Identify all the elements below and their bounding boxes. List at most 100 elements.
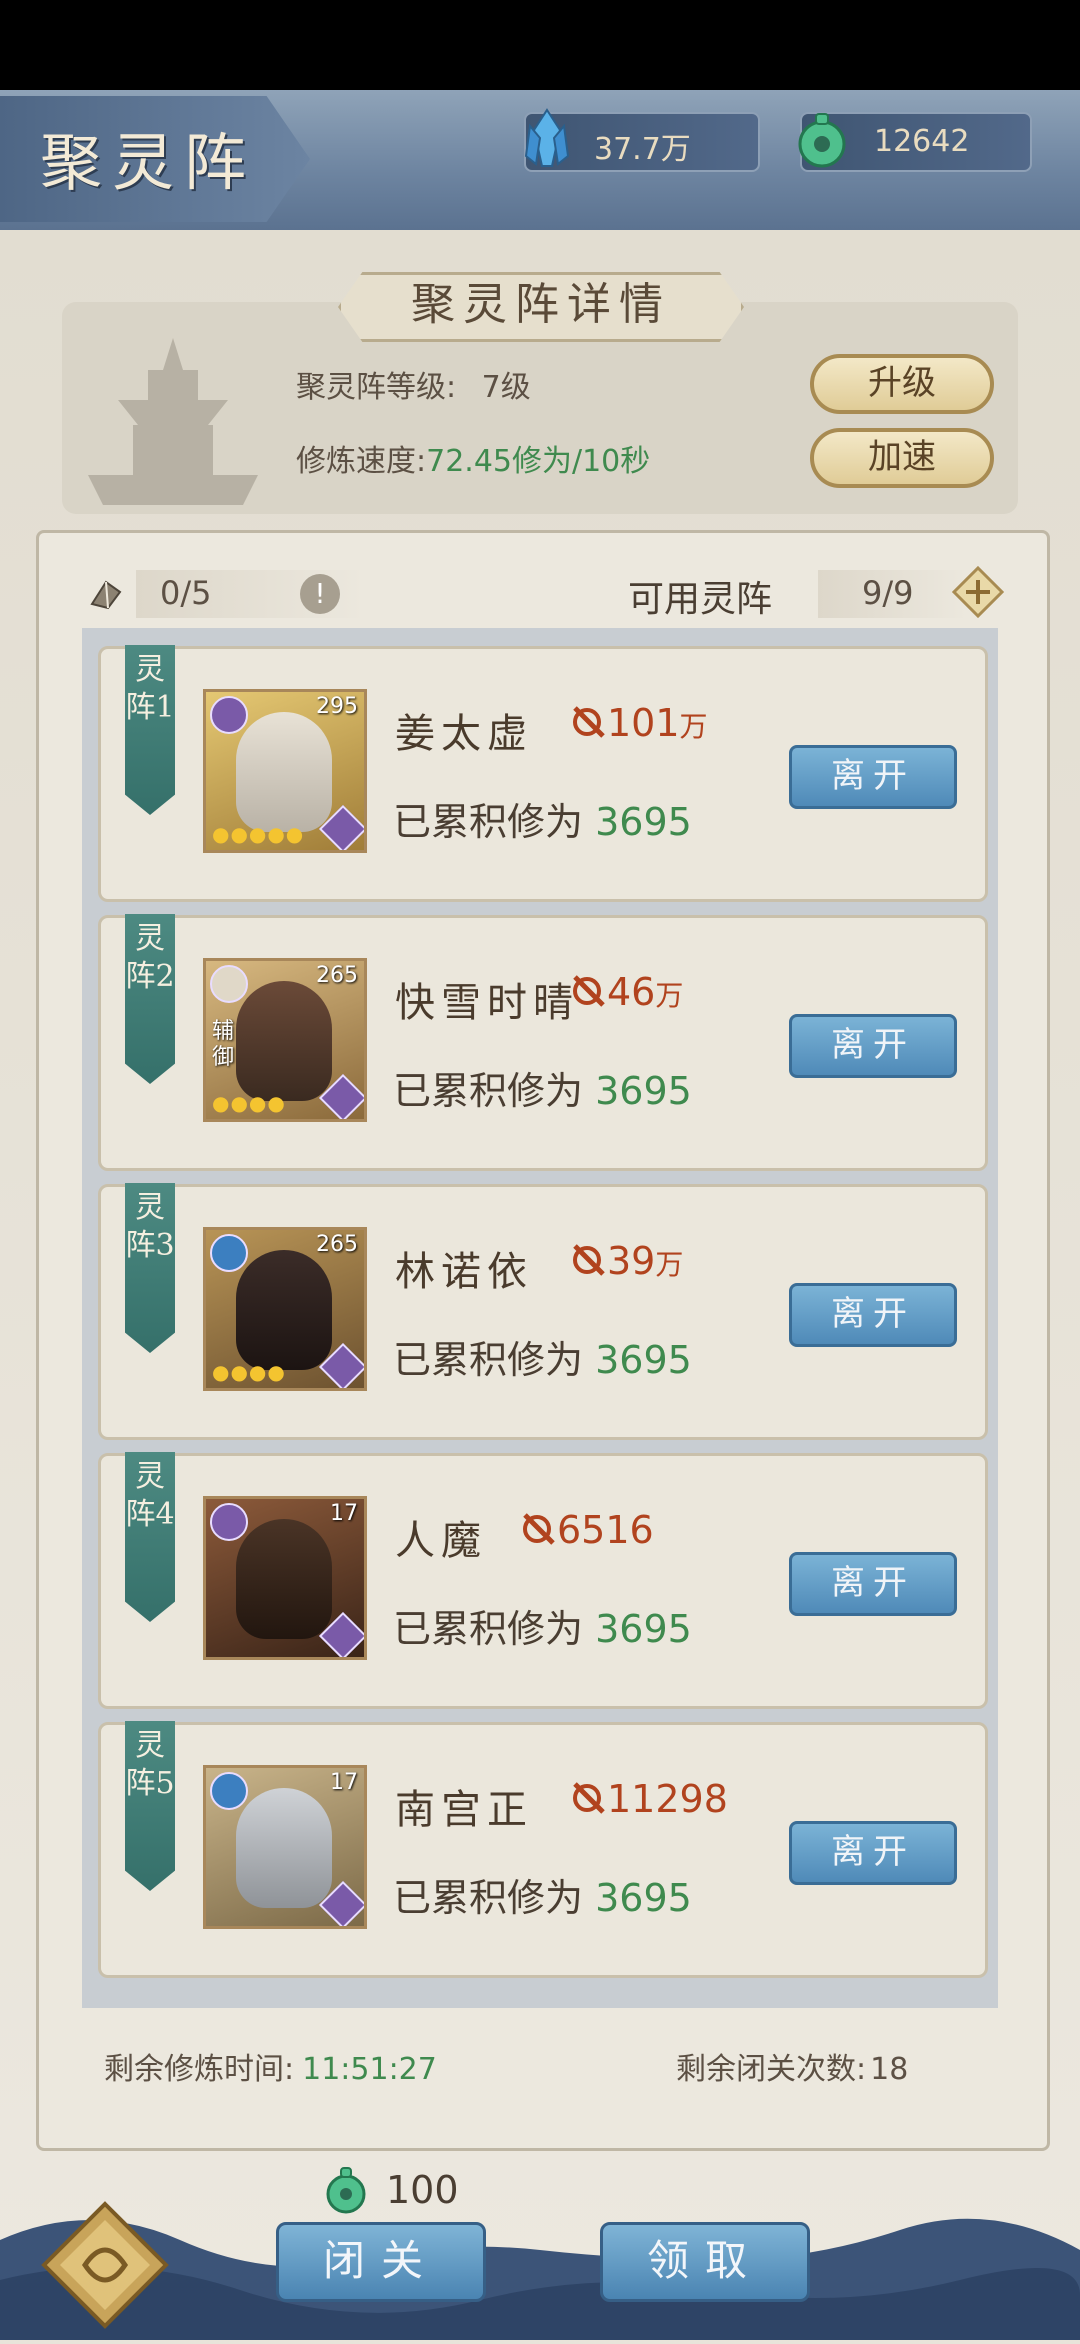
power-value: 6516	[557, 1508, 654, 1552]
leave-button[interactable]: 离开	[789, 1552, 957, 1616]
accumulated-label: 已累积修为	[393, 1338, 584, 1382]
occupied-count: 0/5	[160, 574, 212, 612]
crystal-icon	[520, 108, 574, 170]
slot-tag: 灵阵2	[125, 914, 175, 1084]
accumulated-cultivation: 已累积修为 3695	[393, 1598, 692, 1653]
slot-card: 灵阵3 265 ●●●● 林诺依 39万 已累积修为 3695 离开	[98, 1183, 988, 1440]
slot-tag: 灵阵3	[125, 1183, 175, 1353]
available-count: 9/9	[862, 574, 914, 612]
slot-card: 灵阵1 295 ●●●●● 姜太虚 101万 已累积修为 3695 离开	[98, 645, 988, 902]
power-icon	[571, 704, 607, 740]
add-array-icon[interactable]	[951, 565, 1005, 619]
power-value: 46	[607, 970, 656, 1014]
hero-class-icon	[210, 965, 248, 1003]
power-value: 11298	[607, 1777, 728, 1821]
hero-figure	[236, 712, 332, 832]
accumulated-value: 3695	[595, 1338, 692, 1382]
level-label: 聚灵阵等级:	[296, 370, 457, 405]
remaining-time: 剩余修炼时间: 11:51:27	[104, 2044, 437, 2088]
slot-tag: 灵阵1	[125, 645, 175, 815]
remaining-count-label: 剩余闭关次数:	[676, 2052, 867, 2087]
hero-name: 姜太虚	[395, 711, 533, 757]
hero-level: 17	[330, 1770, 358, 1795]
power-unit: 万	[679, 710, 708, 743]
hero-name: 人魔	[395, 1518, 487, 1564]
hero-name: 林诺依	[395, 1249, 533, 1295]
power-icon	[571, 973, 607, 1009]
hero-figure	[236, 1788, 332, 1908]
hero-figure	[236, 1250, 332, 1370]
speed-value: 72.45修为/10秒	[426, 444, 651, 479]
spirit-stone-counter: 37.7万	[524, 108, 760, 172]
accumulated-value: 3695	[595, 1876, 692, 1920]
accumulated-value: 3695	[595, 1069, 692, 1113]
accumulated-cultivation: 已累积修为 3695	[393, 791, 692, 846]
hero-portrait[interactable]: 265 辅御 ●●●●	[203, 958, 367, 1122]
claim-button[interactable]: 领取	[600, 2222, 810, 2302]
hero-level: 295	[316, 694, 358, 719]
accumulated-cultivation: 已累积修为 3695	[393, 1329, 692, 1384]
slot-tag: 灵阵4	[125, 1452, 175, 1622]
hero-class-icon	[210, 1503, 248, 1541]
hero-power: 11298	[571, 1777, 728, 1821]
upgrade-button[interactable]: 升级	[810, 354, 994, 414]
scroll-icon	[86, 574, 126, 614]
speed-row: 修炼速度:72.45修为/10秒	[296, 436, 650, 480]
accumulated-cultivation: 已累积修为 3695	[393, 1060, 692, 1115]
accumulated-label: 已累积修为	[393, 1876, 584, 1920]
jade-value: 12642	[874, 124, 970, 159]
menu-emblem-icon[interactable]	[40, 2200, 170, 2330]
speed-label: 修炼速度:	[296, 444, 427, 479]
accumulated-label: 已累积修为	[393, 800, 584, 844]
hero-stars: ●●●●	[212, 1091, 286, 1115]
slot-card: 灵阵5 17 南宫正 11298 已累积修为 3695 离开	[98, 1721, 988, 1978]
hero-role: 辅御	[212, 1019, 235, 1070]
remaining-time-label: 剩余修炼时间:	[104, 2052, 295, 2087]
power-unit: 万	[655, 1248, 684, 1281]
power-unit: 万	[655, 979, 684, 1012]
hero-portrait[interactable]: 17	[203, 1765, 367, 1929]
hero-power: 39万	[571, 1239, 683, 1283]
hero-power: 6516	[521, 1508, 654, 1552]
hero-level: 265	[316, 1232, 358, 1257]
accumulated-label: 已累积修为	[393, 1607, 584, 1651]
hero-class-icon	[210, 1234, 248, 1272]
spirit-stone-value: 37.7万	[594, 132, 691, 167]
power-value: 39	[607, 1239, 656, 1283]
power-value: 101	[607, 701, 680, 745]
hero-class-icon	[210, 696, 248, 734]
accumulated-cultivation: 已累积修为 3695	[393, 1867, 692, 1922]
jade-cost-icon	[324, 2166, 368, 2214]
detail-section-title: 聚灵阵详情	[338, 272, 744, 342]
hero-stars: ●●●●	[212, 1360, 286, 1384]
hero-level: 265	[316, 963, 358, 988]
accumulated-value: 3695	[595, 800, 692, 844]
hero-name: 南宫正	[395, 1787, 533, 1833]
leave-button[interactable]: 离开	[789, 1283, 957, 1347]
hero-stars: ●●●●●	[212, 822, 305, 846]
jade-coin-icon	[796, 110, 848, 170]
power-icon	[571, 1242, 607, 1278]
accumulated-value: 3695	[595, 1607, 692, 1651]
level-value: 7级	[481, 370, 531, 405]
power-icon	[521, 1511, 557, 1547]
seclusion-button[interactable]: 闭关	[276, 2222, 486, 2302]
available-label: 可用灵阵	[628, 579, 773, 620]
seclusion-cost: 100	[386, 2168, 459, 2212]
leave-button[interactable]: 离开	[789, 1821, 957, 1885]
accumulated-label: 已累积修为	[393, 1069, 584, 1113]
leave-button[interactable]: 离开	[789, 745, 957, 809]
hero-portrait[interactable]: 295 ●●●●●	[203, 689, 367, 853]
warning-icon[interactable]: !	[300, 574, 340, 614]
level-row: 聚灵阵等级: 7级	[296, 362, 531, 406]
leave-button[interactable]: 离开	[789, 1014, 957, 1078]
remaining-count-value: 18	[870, 2052, 909, 2087]
jade-counter: 12642	[798, 112, 1032, 172]
hero-figure	[236, 981, 332, 1101]
hero-portrait[interactable]: 265 ●●●●	[203, 1227, 367, 1391]
slot-card: 灵阵4 17 人魔 6516 已累积修为 3695 离开	[98, 1452, 988, 1709]
pagoda-icon	[78, 330, 268, 510]
hero-portrait[interactable]: 17	[203, 1496, 367, 1660]
speedup-button[interactable]: 加速	[810, 428, 994, 488]
hero-figure	[236, 1519, 332, 1639]
